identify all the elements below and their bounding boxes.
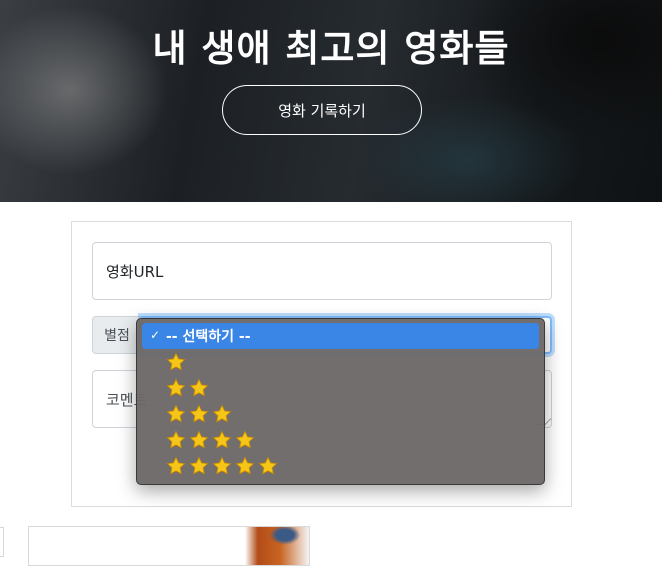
star-icon — [166, 456, 186, 475]
movie-url-value: 영화URL — [106, 262, 164, 281]
star-rating-dropdown: ✓ -- 선택하기 -- — [136, 318, 545, 485]
movie-poster-image — [245, 527, 309, 565]
star-icon — [212, 430, 232, 449]
star-rating-stars — [166, 378, 209, 398]
movie-card[interactable] — [28, 526, 310, 566]
dropdown-option[interactable] — [142, 349, 539, 375]
star-icon — [189, 404, 209, 423]
check-icon: ✓ — [150, 328, 161, 342]
dropdown-option-label: -- 선택하기 -- — [166, 329, 251, 345]
star-rating-stars — [166, 456, 278, 476]
dropdown-option[interactable] — [142, 453, 539, 479]
movie-card[interactable] — [0, 527, 4, 557]
dropdown-option[interactable] — [142, 375, 539, 401]
record-movie-button[interactable]: 영화 기록하기 — [222, 85, 422, 135]
star-icon — [212, 456, 232, 475]
star-icon — [166, 404, 186, 423]
star-icon — [212, 404, 232, 423]
dropdown-option[interactable] — [142, 427, 539, 453]
star-icon — [189, 456, 209, 475]
dropdown-option[interactable]: ✓ -- 선택하기 -- — [142, 323, 539, 349]
page-title: 내 생애 최고의 영화들 — [152, 27, 510, 70]
movie-url-input[interactable]: 영화URL — [92, 242, 552, 300]
star-icon — [258, 456, 278, 475]
star-rating-stars — [166, 352, 186, 372]
star-rating-stars — [166, 430, 255, 450]
star-icon — [189, 378, 209, 397]
star-icon — [235, 456, 255, 475]
hero-banner: 내 생애 최고의 영화들 영화 기록하기 — [0, 0, 662, 202]
star-icon — [166, 378, 186, 397]
dropdown-option[interactable] — [142, 401, 539, 427]
star-rating-label: 별점 — [92, 316, 142, 354]
star-icon — [235, 430, 255, 449]
star-icon — [166, 352, 186, 371]
star-icon — [189, 430, 209, 449]
star-icon — [166, 430, 186, 449]
star-rating-stars — [166, 404, 232, 424]
